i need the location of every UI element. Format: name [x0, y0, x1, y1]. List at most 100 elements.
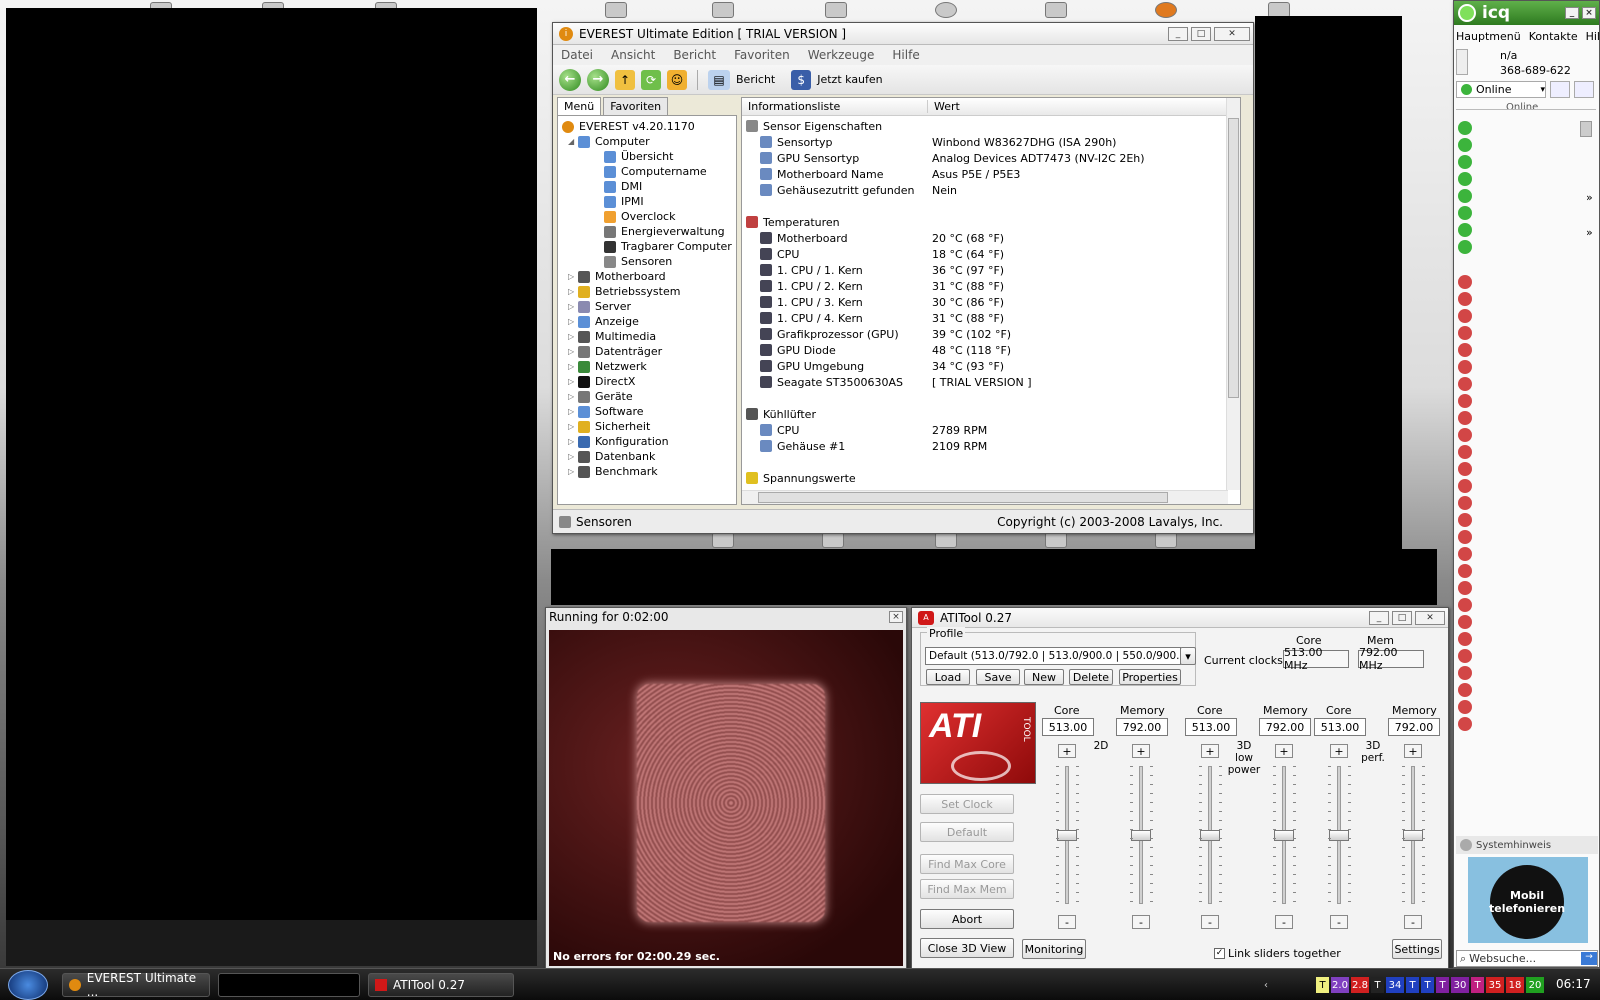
core-clock-input[interactable]: 513.00 [1185, 718, 1237, 736]
tray-expand-icon[interactable]: ‹ [1262, 977, 1270, 993]
icq-menu-help[interactable]: Hilfe [1586, 30, 1600, 43]
expand-icon[interactable]: ▷ [568, 404, 578, 419]
report-button[interactable]: Bericht [736, 73, 775, 86]
tab-favorites[interactable]: Favoriten [603, 97, 669, 115]
list-row[interactable]: Motherboard 20 °C (68 °F) [746, 230, 1236, 246]
offline-contact-icon[interactable] [1458, 717, 1472, 731]
menu-hilfe[interactable]: Hilfe [892, 48, 919, 62]
tree-item[interactable]: ▷ Netzwerk [562, 359, 732, 374]
minus-button[interactable]: - [1275, 915, 1293, 929]
render-titlebar[interactable]: Running for 0:02:00 × [546, 608, 906, 626]
online-contact-icon[interactable] [1458, 138, 1472, 152]
memory-clock-input[interactable]: 792.00 [1259, 718, 1311, 736]
online-contact-icon[interactable] [1458, 206, 1472, 220]
tab-menu[interactable]: Menü [557, 97, 602, 115]
tray-icon[interactable]: T [1436, 977, 1449, 993]
column-header-value[interactable]: Wert [928, 100, 960, 113]
forward-arrow-icon[interactable]: → [587, 68, 609, 91]
memory-clock-input[interactable]: 792.00 [1116, 718, 1168, 736]
slider-thumb[interactable] [1329, 830, 1349, 841]
tree-item[interactable]: ▷ Betriebssystem [562, 284, 732, 299]
buy-icon[interactable]: $ [791, 69, 812, 90]
offline-contact-icon[interactable] [1458, 428, 1472, 442]
contacts-button[interactable] [1550, 81, 1570, 98]
tray-icon[interactable]: T [1421, 977, 1434, 993]
offline-contact-icon[interactable] [1458, 683, 1472, 697]
core-clock-input[interactable]: 513.00 [1314, 718, 1366, 736]
tree-root[interactable]: EVEREST v4.20.1170 [562, 119, 732, 134]
tree-item[interactable]: IPMI [562, 194, 732, 209]
menu-datei[interactable]: Datei [561, 48, 593, 62]
online-contact-icon[interactable] [1458, 189, 1472, 203]
list-row[interactable]: Sensortyp Winbond W83627DHG (ISA 290h) [746, 134, 1236, 150]
expand-icon[interactable]: ▷ [568, 344, 578, 359]
delete-button[interactable]: Delete [1069, 669, 1113, 685]
scroll-thumb[interactable] [1580, 121, 1592, 137]
online-contact-icon[interactable] [1458, 172, 1472, 186]
minus-button[interactable]: - [1201, 915, 1219, 929]
minus-button[interactable]: - [1404, 915, 1422, 929]
tree-item[interactable]: ▷ Sicherheit [562, 419, 732, 434]
desktop-icon[interactable] [712, 532, 734, 548]
save-button[interactable]: Save [976, 669, 1020, 685]
tray-icon[interactable]: 18 [1506, 977, 1524, 993]
desktop-icon[interactable] [712, 2, 734, 18]
tree-item[interactable]: ▷ Konfiguration [562, 434, 732, 449]
settings-button[interactable]: Settings [1392, 939, 1442, 959]
desktop-icon[interactable] [935, 2, 957, 18]
tray-icon[interactable]: 2.0 [1331, 977, 1349, 993]
offline-contact-icon[interactable] [1458, 394, 1472, 408]
minus-button[interactable]: - [1132, 915, 1150, 929]
taskbar-item-redacted[interactable] [218, 973, 360, 997]
minimize-button[interactable]: _ [1565, 7, 1579, 19]
firefox-icon[interactable] [1155, 2, 1177, 18]
list-row[interactable]: 1. CPU / 3. Kern 30 °C (86 °F) [746, 294, 1236, 310]
close-button[interactable]: × [889, 611, 903, 623]
offline-contact-icon[interactable] [1458, 649, 1472, 663]
list-row[interactable]: 1. CPU / 1. Kern 36 °C (97 °F) [746, 262, 1236, 278]
profile-select[interactable]: Default (513.0/792.0 | 513.0/900.0 | 550… [925, 647, 1181, 665]
horizontal-scrollbar[interactable] [742, 490, 1228, 504]
icq-titlebar[interactable]: icq _ × [1454, 1, 1599, 25]
list-row[interactable]: CPU 2789 RPM [746, 422, 1236, 438]
maximize-button[interactable]: □ [1191, 26, 1211, 41]
online-contact-icon[interactable] [1458, 121, 1472, 135]
offline-contact-icon[interactable] [1458, 700, 1472, 714]
online-contact-icon[interactable] [1458, 155, 1472, 169]
offline-contact-icon[interactable] [1458, 411, 1472, 425]
offline-contact-icon[interactable] [1458, 377, 1472, 391]
core-clock-input[interactable]: 513.00 [1042, 718, 1094, 736]
expand-icon[interactable]: ▷ [568, 419, 578, 434]
tree-item[interactable]: Sensoren [562, 254, 732, 269]
find-max-core-button[interactable]: Find Max Core [920, 854, 1014, 874]
up-folder-icon[interactable]: ↑ [615, 69, 635, 90]
expand-icon[interactable]: ▷ [568, 314, 578, 329]
offline-contact-icon[interactable] [1458, 292, 1472, 306]
ad-banner[interactable]: Mobil telefonieren [1468, 857, 1588, 943]
vertical-scrollbar[interactable] [1226, 98, 1240, 490]
offline-contact-icon[interactable] [1458, 360, 1472, 374]
expand-icon[interactable]: ▷ [568, 359, 578, 374]
expand-icon[interactable]: ▷ [568, 299, 578, 314]
search-go-button[interactable]: → [1581, 952, 1597, 965]
plus-button[interactable]: + [1132, 744, 1150, 758]
offline-contact-icon[interactable] [1458, 615, 1472, 629]
close-button[interactable]: ✕ [1214, 26, 1250, 41]
minimize-button[interactable]: _ [1168, 26, 1188, 41]
list-row[interactable]: CPU 18 °C (64 °F) [746, 246, 1236, 262]
everest-titlebar[interactable]: i EVEREST Ultimate Edition [ TRIAL VERSI… [553, 23, 1253, 45]
list-row[interactable]: GPU Diode 48 °C (118 °F) [746, 342, 1236, 358]
plus-button[interactable]: + [1058, 744, 1076, 758]
offline-contact-icon[interactable] [1458, 530, 1472, 544]
taskbar-item-everest[interactable]: EVEREST Ultimate ... [62, 971, 210, 999]
tree-item[interactable]: Tragbarer Computer [562, 239, 732, 254]
slider-thumb[interactable] [1131, 830, 1151, 841]
tree-item[interactable]: ▷ Server [562, 299, 732, 314]
expand-icon[interactable]: ▷ [568, 449, 578, 464]
offline-contact-icon[interactable] [1458, 445, 1472, 459]
avatar[interactable] [1456, 49, 1468, 75]
menu-werkzeuge[interactable]: Werkzeuge [808, 48, 875, 62]
atitool-titlebar[interactable]: A ATITool 0.27 _ □ ✕ [912, 608, 1448, 628]
offline-contact-icon[interactable] [1458, 309, 1472, 323]
set-clock-button[interactable]: Set Clock [920, 794, 1014, 814]
